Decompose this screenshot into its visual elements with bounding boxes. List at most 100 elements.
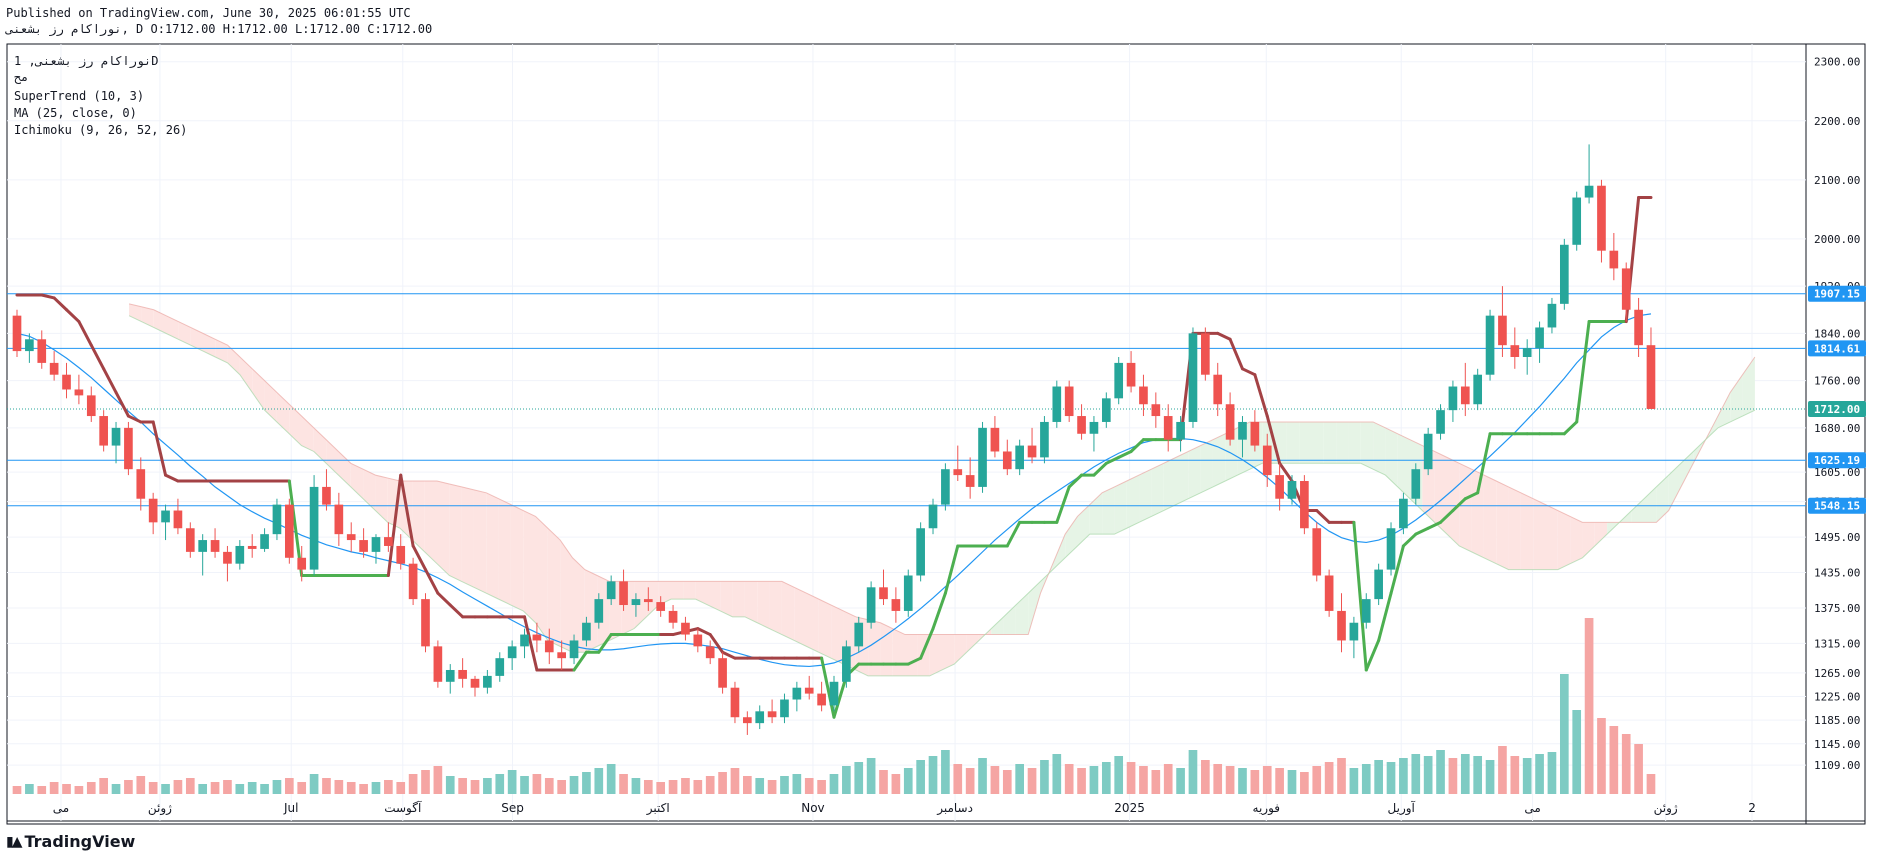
candle-body[interactable] (965, 475, 975, 487)
candle-body[interactable] (705, 646, 715, 659)
candle-body[interactable] (891, 599, 901, 611)
candle-body[interactable] (1089, 421, 1099, 434)
candle-body[interactable] (1559, 244, 1569, 304)
candle-body[interactable] (643, 599, 653, 603)
candle-body[interactable] (173, 510, 183, 529)
candle-body[interactable] (730, 687, 740, 718)
candle-body[interactable] (247, 545, 257, 549)
candle-body[interactable] (656, 602, 666, 611)
candle-body[interactable] (1436, 410, 1445, 434)
candle-body[interactable] (1027, 445, 1037, 458)
candle-body[interactable] (37, 339, 47, 363)
candle-body[interactable] (1386, 528, 1396, 570)
candle-body[interactable] (1634, 309, 1643, 346)
candle-body[interactable] (111, 427, 121, 446)
candle-body[interactable] (1510, 345, 1520, 357)
candle-body[interactable] (1597, 185, 1606, 251)
candle-body[interactable] (718, 658, 727, 688)
candle-body[interactable] (780, 699, 789, 718)
candle-body[interactable] (433, 646, 443, 682)
candle-body[interactable] (223, 551, 232, 564)
candle-body[interactable] (866, 587, 876, 623)
candle-body[interactable] (1460, 386, 1470, 405)
candle-body[interactable] (1609, 250, 1619, 269)
candle-body[interactable] (1535, 327, 1544, 349)
candle-body[interactable] (544, 640, 554, 653)
candle-body[interactable] (1621, 268, 1631, 310)
candle-body[interactable] (1002, 451, 1012, 470)
candle-body[interactable] (309, 486, 319, 570)
candle-body[interactable] (210, 540, 220, 552)
candle-body[interactable] (693, 634, 703, 647)
candle-body[interactable] (1374, 569, 1383, 600)
candle-body[interactable] (408, 563, 418, 600)
candle-body[interactable] (86, 395, 96, 417)
candle-body[interactable] (1547, 303, 1557, 328)
candle-body[interactable] (953, 469, 963, 476)
candle-body[interactable] (1213, 374, 1223, 405)
candle-body[interactable] (1411, 469, 1421, 499)
candle-body[interactable] (619, 581, 628, 606)
legend-ma[interactable]: MA (25, close, 0) (14, 106, 137, 120)
candle-body[interactable] (1287, 481, 1297, 499)
price-chart[interactable]: 2300.002200.002100.002000.001920.001840.… (0, 0, 1878, 858)
candle-body[interactable] (1646, 345, 1656, 409)
candle-body[interactable] (532, 634, 542, 641)
candle-body[interactable] (74, 389, 84, 396)
candle-body[interactable] (978, 427, 987, 487)
candle-body[interactable] (284, 504, 294, 558)
candle-body[interactable] (941, 469, 950, 505)
candle-body[interactable] (1188, 333, 1198, 422)
candle-body[interactable] (185, 528, 195, 552)
candle-body[interactable] (681, 622, 690, 635)
candle-body[interactable] (606, 581, 616, 600)
candle-body[interactable] (1300, 481, 1309, 529)
candle-body[interactable] (1052, 386, 1062, 422)
candle-body[interactable] (1262, 445, 1272, 476)
tradingview-brand[interactable]: ▮▲ TradingView (6, 832, 135, 851)
candle-body[interactable] (1151, 404, 1161, 417)
candle-body[interactable] (1015, 445, 1024, 470)
candle-body[interactable] (817, 693, 826, 706)
candle-body[interactable] (161, 510, 170, 523)
candle-body[interactable] (371, 537, 381, 552)
candle-body[interactable] (136, 469, 146, 499)
candle-body[interactable] (346, 534, 356, 541)
candle-body[interactable] (1126, 362, 1136, 387)
candle-body[interactable] (1312, 528, 1322, 576)
legend-ichimoku[interactable]: Ichimoku (9, 26, 52, 26) (14, 123, 187, 137)
candle-body[interactable] (1423, 433, 1433, 470)
candle-body[interactable] (1473, 374, 1483, 405)
candle-body[interactable] (99, 416, 108, 446)
candle-body[interactable] (260, 534, 269, 549)
candle-body[interactable] (507, 646, 517, 659)
candle-body[interactable] (198, 540, 208, 552)
candle-body[interactable] (804, 687, 814, 694)
candle-body[interactable] (631, 599, 641, 606)
candle-body[interactable] (1584, 185, 1594, 198)
candle-body[interactable] (829, 681, 839, 706)
candle-body[interactable] (25, 339, 34, 352)
candle-body[interactable] (1040, 421, 1049, 458)
candle-body[interactable] (1225, 404, 1235, 440)
candle-body[interactable] (520, 634, 529, 647)
candle-body[interactable] (49, 362, 59, 375)
candle-body[interactable] (272, 504, 282, 535)
candle-body[interactable] (1399, 498, 1408, 529)
candle-body[interactable] (928, 504, 938, 529)
candle-body[interactable] (582, 622, 591, 641)
candle-body[interactable] (842, 646, 851, 682)
candle-body[interactable] (743, 717, 752, 724)
candle-body[interactable] (1275, 475, 1284, 499)
candle-body[interactable] (755, 711, 765, 724)
candle-body[interactable] (235, 545, 245, 564)
candle-body[interactable] (384, 537, 393, 546)
candle-body[interactable] (1250, 421, 1260, 446)
candle-body[interactable] (557, 652, 566, 659)
candle-body[interactable] (594, 599, 604, 623)
candle-body[interactable] (792, 687, 802, 700)
candle-body[interactable] (297, 557, 307, 570)
candle-body[interactable] (767, 711, 777, 718)
candle-body[interactable] (483, 675, 492, 688)
candle-body[interactable] (359, 540, 368, 552)
